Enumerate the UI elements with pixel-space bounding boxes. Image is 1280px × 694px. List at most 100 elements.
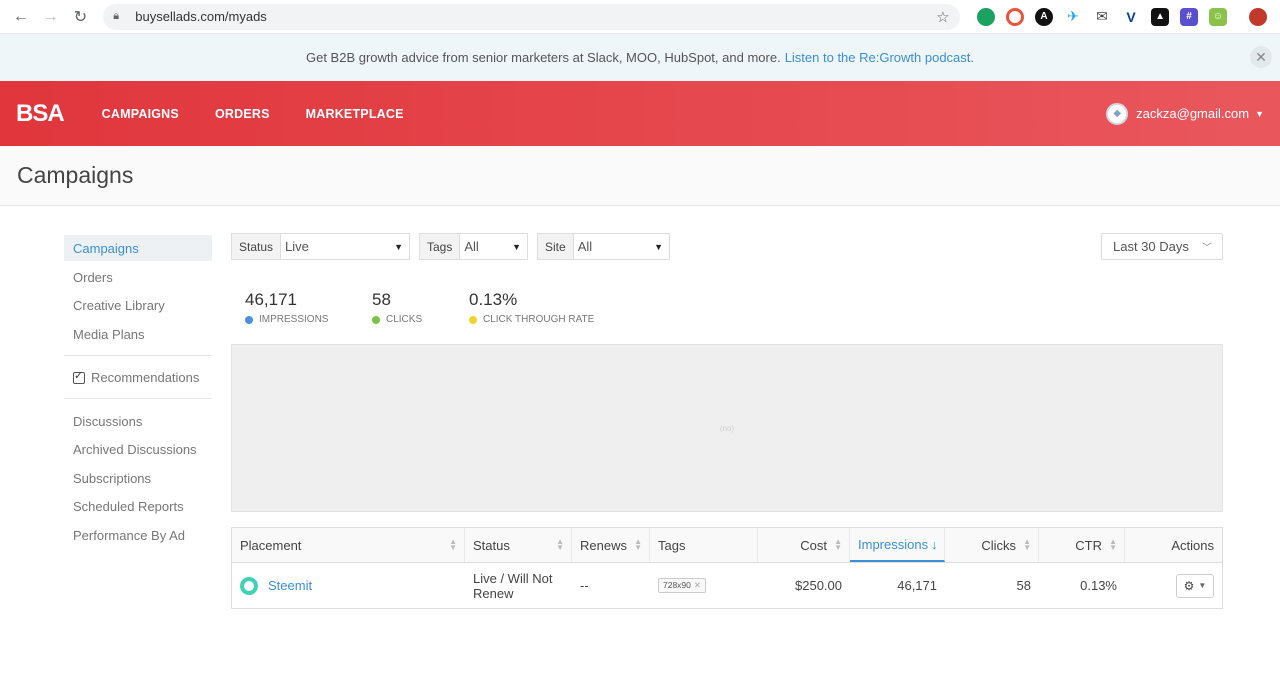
caret-down-icon: ▼	[1198, 581, 1207, 590]
extension-chart-icon[interactable]: ▲	[1151, 7, 1170, 26]
col-status[interactable]: Status ▲ ▼	[465, 528, 572, 562]
gear-icon: ⚙	[1183, 578, 1195, 593]
tags-filter-label: Tags	[420, 234, 461, 259]
bsa-logo[interactable]: BSA	[16, 100, 65, 128]
tags-select[interactable]: All ▼	[460, 234, 527, 259]
sidebar-divider	[64, 398, 212, 399]
extension-a-icon[interactable]: A	[1035, 7, 1054, 26]
extensions-bar: A ✈ ✉ V ▲ # ☺	[972, 7, 1273, 26]
sidebar-item-campaigns[interactable]: Campaigns	[64, 235, 212, 261]
sort-icon: ▲ ▼	[1109, 537, 1117, 552]
app-header: BSA CAMPAIGNS ORDERS MARKETPLACE ◆ zackz…	[0, 81, 1280, 146]
page-title: Campaigns	[17, 162, 134, 188]
status-filter-label: Status	[232, 234, 282, 259]
sidebar-item-performance-by-ad[interactable]: Performance By Ad	[64, 521, 212, 550]
ctr-label: CLICK THROUGH RATE	[483, 314, 595, 325]
checkbox-icon	[73, 369, 85, 384]
sidebar: Campaigns Orders Creative Library Media …	[64, 235, 212, 550]
forward-icon[interactable]: →	[38, 4, 64, 30]
impressions-dot-icon	[245, 315, 253, 324]
date-range-select[interactable]: Last 30 Days ﹀	[1101, 233, 1223, 260]
podcast-link[interactable]: Listen to the Re:Growth podcast.	[785, 50, 974, 65]
user-menu[interactable]: ◆ zackza@gmail.com ▼	[1106, 102, 1264, 125]
extension-target-icon[interactable]	[1006, 7, 1025, 26]
sidebar-item-archived-discussions[interactable]: Archived Discussions	[64, 436, 212, 465]
nav-campaigns[interactable]: CAMPAIGNS	[102, 107, 179, 121]
extension-v-icon[interactable]: V	[1122, 7, 1141, 26]
sidebar-item-creative-library[interactable]: Creative Library	[64, 292, 212, 321]
extension-green-icon[interactable]	[977, 7, 996, 26]
cell-tags: 728x90 ✕	[650, 563, 758, 608]
avatar: ◆	[1106, 102, 1129, 125]
ctr-stat: 0.13% CLICK THROUGH RATE	[469, 290, 594, 325]
sidebar-item-label: Recommendations	[91, 370, 200, 386]
tags-select-value: All	[464, 239, 479, 254]
sidebar-divider	[64, 354, 212, 356]
steemit-logo-icon	[240, 576, 258, 595]
impressions-value: 46,171	[245, 290, 297, 309]
top-nav: CAMPAIGNS ORDERS MARKETPLACE	[102, 107, 440, 121]
url-text[interactable]: buysellads.com/myads	[135, 9, 936, 24]
dropdown-arrow-icon: ▼	[394, 241, 403, 252]
sidebar-item-orders[interactable]: Orders	[64, 263, 212, 292]
extension-mail-icon[interactable]: ✉	[1093, 7, 1112, 26]
nav-orders[interactable]: ORDERS	[215, 107, 270, 121]
sidebar-item-scheduled-reports[interactable]: Scheduled Reports	[64, 493, 212, 522]
site-select-value: All	[577, 239, 593, 254]
tag-pill: 728x90 ✕	[658, 578, 707, 593]
col-ctr[interactable]: CTR ▲ ▼	[1039, 528, 1125, 562]
sort-icon: ▲ ▼	[834, 537, 842, 552]
reload-icon[interactable]: ↻	[68, 4, 94, 30]
chevron-down-icon: ﹀	[1202, 243, 1212, 254]
caret-down-icon: ▼	[1255, 108, 1264, 119]
cell-status: Live / Will Not Renew	[473, 570, 553, 601]
clicks-dot-icon	[372, 315, 380, 324]
tags-filter[interactable]: Tags All ▼	[419, 233, 528, 260]
close-icon[interactable]: ✕	[1250, 46, 1272, 68]
status-filter[interactable]: Status Live ▼	[231, 233, 410, 260]
lock-icon: 🔒︎	[113, 10, 120, 22]
impressions-stat: 46,171 IMPRESSIONS	[245, 290, 328, 325]
status-select-value: Live	[285, 239, 309, 254]
page-title-bar: Campaigns	[0, 146, 1280, 206]
site-filter[interactable]: Site All ▼	[537, 233, 670, 260]
site-select[interactable]: All ▼	[574, 234, 669, 259]
announcement-bar: Get B2B growth advice from senior market…	[0, 34, 1280, 81]
sidebar-item-media-plans[interactable]: Media Plans	[64, 320, 212, 349]
clicks-stat: 58 CLICKS	[372, 290, 422, 325]
clicks-label: CLICKS	[386, 314, 423, 325]
sort-icon: ▲ ▼	[1023, 537, 1031, 552]
nav-marketplace[interactable]: MARKETPLACE	[306, 107, 404, 121]
actions-button[interactable]: ⚙ ▼	[1176, 573, 1214, 598]
remove-tag-icon[interactable]: ✕	[694, 580, 701, 590]
back-icon[interactable]: ←	[8, 4, 34, 30]
status-select[interactable]: Live ▼	[281, 234, 409, 259]
sidebar-item-recommendations[interactable]: Recommendations	[64, 364, 212, 393]
dropdown-arrow-icon: ▼	[512, 241, 521, 252]
address-bar[interactable]: 🔒︎ buysellads.com/myads ☆	[103, 3, 960, 30]
user-email: zackza@gmail.com	[1136, 106, 1250, 121]
table-header-row: Placement ▲ ▼ Status ▲ ▼ Renews ▲ ▼ Tags Cost ▲…	[232, 528, 1222, 563]
chart-placeholder-text: (no)	[719, 423, 735, 433]
extension-bird-icon[interactable]: ✈	[1064, 7, 1083, 26]
sort-icon: ▲ ▼	[634, 537, 642, 552]
col-cost[interactable]: Cost ▲ ▼	[758, 528, 850, 562]
col-clicks[interactable]: Clicks ▲ ▼	[945, 528, 1039, 562]
sort-icon: ▲ ▼	[449, 537, 457, 552]
col-placement[interactable]: Placement ▲ ▼	[232, 528, 465, 562]
profile-avatar-icon[interactable]	[1248, 7, 1267, 26]
sidebar-item-subscriptions[interactable]: Subscriptions	[64, 464, 212, 493]
impressions-label: IMPRESSIONS	[259, 314, 329, 325]
col-actions: Actions	[1171, 537, 1214, 553]
bookmark-star-icon[interactable]: ☆	[936, 8, 949, 26]
col-impressions[interactable]: Impressions ↓	[850, 528, 945, 562]
extension-grid-icon[interactable]: #	[1180, 7, 1199, 26]
extension-smile-icon[interactable]: ☺	[1209, 7, 1228, 26]
campaigns-table: Placement ▲ ▼ Status ▲ ▼ Renews ▲ ▼ Tags Cost ▲…	[231, 527, 1223, 609]
col-renews[interactable]: Renews ▲ ▼	[572, 528, 650, 562]
cell-actions: ⚙ ▼	[1125, 563, 1222, 608]
placement-link[interactable]: Steemit	[268, 578, 312, 593]
cell-placement: Steemit	[232, 563, 465, 608]
cell-clicks: 58	[1016, 578, 1031, 593]
sidebar-item-discussions[interactable]: Discussions	[64, 407, 212, 436]
